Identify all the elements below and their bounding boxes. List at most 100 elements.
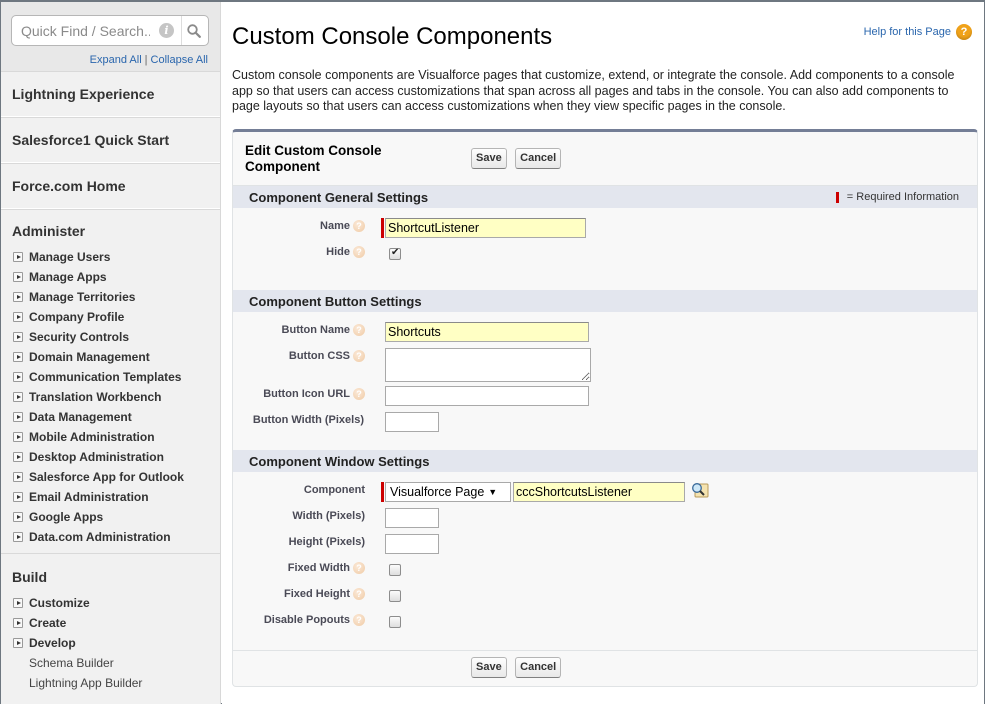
component-lookup-input[interactable] [513, 482, 685, 502]
help-for-this-page-link[interactable]: Help for this Page ? [864, 24, 972, 40]
width-input[interactable] [385, 508, 439, 528]
sidebar-item-mobile-administration[interactable]: Mobile Administration [1, 427, 220, 447]
quick-find-input[interactable] [12, 21, 152, 40]
hide-label: Hide? [326, 246, 365, 258]
expand-triangle-icon[interactable] [13, 392, 23, 402]
expand-triangle-icon[interactable] [13, 452, 23, 462]
fixed-width-checkbox[interactable] [389, 564, 401, 576]
button-icon-url-input[interactable] [385, 386, 589, 406]
component-row: Component Visualforce Page ▼ [233, 480, 977, 506]
sidebar-section-title: Build [12, 569, 47, 585]
button-width-label: Button Width (Pixels) [253, 414, 364, 426]
fixed-height-checkbox[interactable] [389, 590, 401, 602]
help-link-label: Help for this Page [863, 26, 951, 38]
panel-footer: Save Cancel [233, 650, 977, 686]
expand-all-link[interactable]: Expand All [90, 54, 142, 66]
expand-triangle-icon[interactable] [13, 372, 23, 382]
sidebar-item-translation-workbench[interactable]: Translation Workbench [1, 387, 220, 407]
cancel-button[interactable]: Cancel [515, 148, 562, 169]
expand-triangle-icon[interactable] [13, 638, 23, 648]
sidebar-item-create[interactable]: Create [1, 613, 220, 633]
button-icon-url-row: Button Icon URL? [233, 384, 977, 410]
expand-triangle-icon[interactable] [13, 532, 23, 542]
expand-triangle-icon[interactable] [13, 598, 23, 608]
collapse-all-link[interactable]: Collapse All [151, 54, 208, 66]
expand-triangle-icon[interactable] [13, 432, 23, 442]
sidebar-item-manage-apps[interactable]: Manage Apps [1, 267, 220, 287]
expand-triangle-icon[interactable] [13, 292, 23, 302]
expand-triangle-icon[interactable] [13, 618, 23, 628]
sidebar-item-data-com-administration[interactable]: Data.com Administration [1, 527, 220, 547]
expand-triangle-icon[interactable] [13, 272, 23, 282]
sidebar-item-label: Translation Workbench [29, 390, 162, 404]
hide-row: Hide? [233, 242, 977, 268]
sidebar-link-lightning-experience[interactable]: Lightning Experience [1, 71, 220, 117]
search-button[interactable] [180, 16, 208, 45]
expand-triangle-icon[interactable] [13, 312, 23, 322]
component-type-select[interactable]: Visualforce Page ▼ [385, 482, 511, 502]
sidebar-link-salesforce1-quick-start[interactable]: Salesforce1 Quick Start [1, 117, 220, 163]
sidebar-item-domain-management[interactable]: Domain Management [1, 347, 220, 367]
cancel-button[interactable]: Cancel [515, 657, 562, 678]
sidebar-item-schema-builder[interactable]: Schema Builder [1, 653, 220, 673]
search-icon [187, 23, 201, 38]
required-marker-icon [835, 191, 839, 203]
help-bubble-icon[interactable]: ? [353, 388, 365, 400]
sidebar-item-label: Develop [29, 636, 76, 650]
help-bubble-icon[interactable]: ? [353, 588, 365, 600]
expand-triangle-icon[interactable] [13, 332, 23, 342]
info-icon[interactable]: i [159, 23, 174, 38]
expand-triangle-icon[interactable] [13, 352, 23, 362]
sidebar-item-manage-users[interactable]: Manage Users [1, 247, 220, 267]
sidebar-item-customize[interactable]: Customize [1, 593, 220, 613]
width-label: Width (Pixels) [292, 510, 365, 522]
sidebar-item-develop[interactable]: Develop [1, 633, 220, 653]
sidebar-link-force-com-home[interactable]: Force.com Home [1, 163, 220, 209]
help-bubble-icon[interactable]: ? [353, 614, 365, 626]
label-text: Button Name [281, 324, 350, 336]
page-title: Custom Console Components [232, 23, 553, 50]
sidebar-item-desktop-administration[interactable]: Desktop Administration [1, 447, 220, 467]
sidebar-item-salesforce-app-for-outlook[interactable]: Salesforce App for Outlook [1, 467, 220, 487]
expand-triangle-icon[interactable] [13, 412, 23, 422]
expand-triangle-icon[interactable] [13, 512, 23, 522]
section-title: Component Button Settings [249, 293, 422, 309]
sidebar-item-email-administration[interactable]: Email Administration [1, 487, 220, 507]
help-bubble-icon[interactable]: ? [353, 350, 365, 362]
sidebar-item-company-profile[interactable]: Company Profile [1, 307, 220, 327]
hide-checkbox[interactable] [389, 247, 401, 260]
name-input[interactable] [385, 218, 586, 238]
height-row: Height (Pixels) [233, 532, 977, 558]
panel-title: Edit Custom Console Component [245, 143, 382, 174]
button-name-input[interactable] [385, 322, 589, 342]
page-description: Custom console components are Visualforc… [232, 68, 955, 113]
save-button[interactable]: Save [471, 657, 507, 678]
expand-triangle-icon[interactable] [13, 472, 23, 482]
edit-component-panel: Edit Custom Console Component Save Cance… [232, 129, 978, 687]
sidebar-item-security-controls[interactable]: Security Controls [1, 327, 220, 347]
sidebar-item-manage-territories[interactable]: Manage Territories [1, 287, 220, 307]
sidebar-item-label: Desktop Administration [29, 450, 164, 464]
sidebar-item-data-management[interactable]: Data Management [1, 407, 220, 427]
lookup-button[interactable] [691, 482, 709, 498]
button-css-textarea[interactable] [385, 348, 591, 382]
help-bubble-icon[interactable]: ? [353, 324, 365, 336]
disable-popouts-checkbox[interactable] [389, 616, 401, 628]
fixed-height-row: Fixed Height? [233, 584, 977, 610]
help-bubble-icon[interactable]: ? [353, 562, 365, 574]
sidebar-item-lightning-app-builder[interactable]: Lightning App Builder [1, 673, 220, 693]
sidebar-section-title: Administer [12, 223, 86, 239]
dropdown-arrow-icon: ▼ [488, 487, 498, 497]
help-bubble-icon[interactable]: ? [353, 246, 365, 258]
sidebar-item-communication-templates[interactable]: Communication Templates [1, 367, 220, 387]
expand-triangle-icon[interactable] [13, 252, 23, 262]
required-marker [381, 482, 384, 502]
expand-triangle-icon[interactable] [13, 492, 23, 502]
section-title: Component Window Settings [249, 453, 430, 469]
height-input[interactable] [385, 534, 439, 554]
help-bubble-icon[interactable]: ? [353, 220, 365, 232]
button-width-input[interactable] [385, 412, 439, 432]
save-button[interactable]: Save [471, 148, 507, 169]
button-name-label: Button Name? [282, 324, 365, 336]
sidebar-item-google-apps[interactable]: Google Apps [1, 507, 220, 527]
